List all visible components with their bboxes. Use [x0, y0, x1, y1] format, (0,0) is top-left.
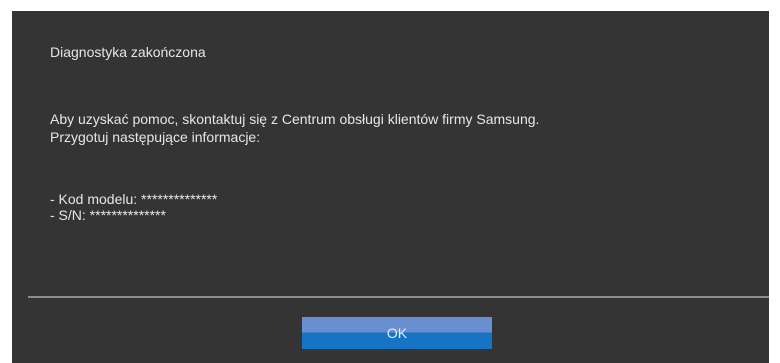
- ok-button[interactable]: OK: [302, 317, 492, 349]
- help-message: Aby uzyskać pomoc, skontaktuj się z Cent…: [50, 110, 539, 146]
- serial-number-text: - S/N: **************: [50, 207, 166, 223]
- dialog-title: Diagnostyka zakończona: [50, 44, 206, 60]
- model-code-text: - Kod modelu: **************: [50, 191, 218, 207]
- help-message-line-2: Przygotuj następujące informacje:: [50, 129, 261, 145]
- divider: [28, 296, 769, 298]
- help-message-line-1: Aby uzyskać pomoc, skontaktuj się z Cent…: [50, 111, 540, 127]
- device-info: - Kod modelu: ************** - S/N: ****…: [50, 191, 217, 223]
- diagnostics-dialog: Diagnostyka zakończona Aby uzyskać pomoc…: [12, 11, 769, 363]
